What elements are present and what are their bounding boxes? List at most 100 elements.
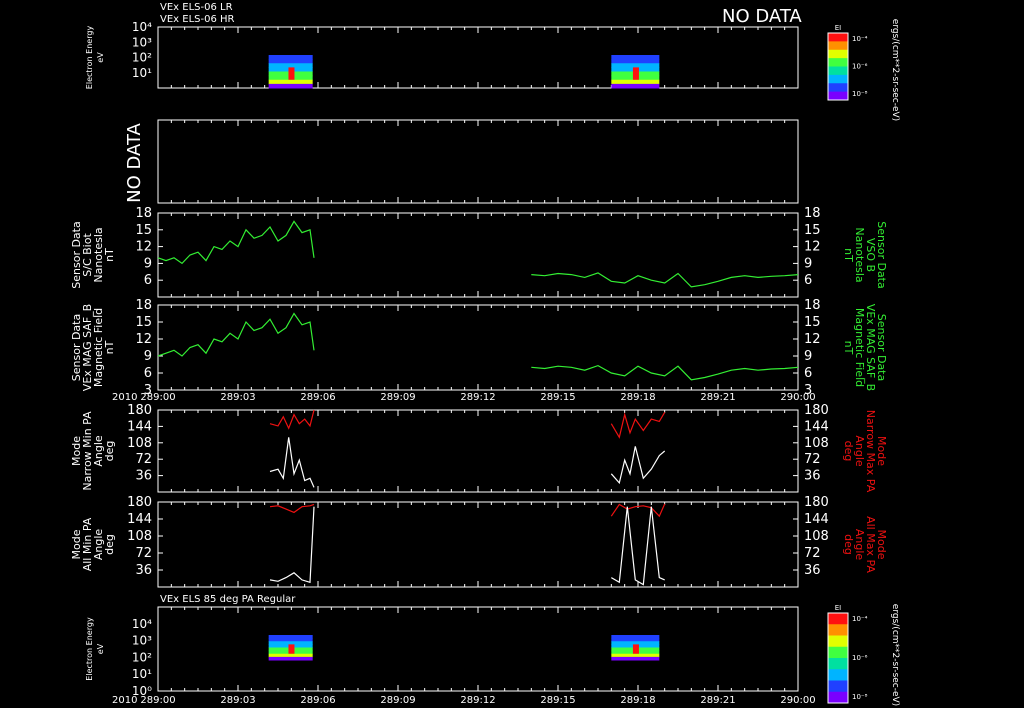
- y-tick-label-left: 36: [135, 563, 152, 578]
- time-axis-label: 289:03: [220, 695, 255, 706]
- y-tick-label-right: 36: [804, 469, 821, 484]
- y-tick-label-left: 9: [144, 256, 152, 271]
- y-tick-label-left: 72: [135, 452, 152, 467]
- time-axis-label: 289:15: [540, 392, 575, 403]
- series-line-4-2: [269, 437, 315, 488]
- spectrogram-cell: [268, 63, 313, 68]
- spectrogram-peak: [288, 644, 295, 654]
- time-axis-label: 289:06: [300, 695, 335, 706]
- spectrogram-cell: [268, 638, 313, 642]
- y-tick-label-right: 3: [804, 383, 812, 398]
- panel-frame-3: [157, 212, 799, 298]
- spectrogram-cell: [268, 79, 313, 85]
- y-tick-label-left: 144: [127, 512, 152, 527]
- y-tick-label-left: 15: [135, 315, 152, 330]
- colorbar-tick-label: 10⁻⁶: [852, 63, 868, 71]
- spectrogram-peak: [632, 67, 639, 80]
- y-tick-label-left: 6: [144, 273, 152, 288]
- colorbar-segment: [828, 669, 848, 681]
- y-axis-label-right: nT: [842, 248, 855, 262]
- series-line-5-1: [269, 503, 315, 514]
- energy-axis-unit: eV: [96, 643, 105, 654]
- y-tick-label-left: 72: [135, 546, 152, 561]
- panel-frame-7: [157, 606, 799, 692]
- energy-tick-label: 10¹: [132, 667, 152, 681]
- y-tick-label-left: 12: [135, 332, 152, 347]
- colorbar-tick-label: 10⁻⁴: [852, 35, 868, 43]
- y-tick-label-left: 108: [127, 529, 152, 544]
- y-tick-label-left: 144: [127, 419, 152, 434]
- time-axis-label: 289:15: [540, 695, 575, 706]
- y-tick-label-right: 144: [804, 419, 829, 434]
- spectrogram-peak: [632, 644, 639, 654]
- panel-frame-4: [157, 304, 799, 391]
- spectrogram-cell: [268, 59, 313, 64]
- spectrogram-cell: [268, 83, 313, 89]
- y-tick-label-right: 18: [804, 298, 821, 313]
- y-axis-label-right: deg: [842, 441, 855, 462]
- colorbar-segment: [828, 66, 848, 76]
- energy-tick-label: 10⁴: [132, 617, 152, 631]
- time-axis-label: 289:06: [300, 392, 335, 403]
- series-line-2-2: [531, 272, 799, 288]
- panel-frame-6: [157, 501, 799, 588]
- y-tick-label-right: 144: [804, 512, 829, 527]
- y-tick-label-left: 18: [135, 206, 152, 221]
- spectrogram-cell: [611, 635, 660, 639]
- colorbar-segment: [828, 49, 848, 59]
- y-tick-label-right: 36: [804, 563, 821, 578]
- energy-tick-label: 10²: [132, 51, 152, 65]
- energy-tick-label: 10⁴: [132, 20, 152, 34]
- y-tick-label-left: 6: [144, 366, 152, 381]
- energy-tick-label: 10²: [132, 650, 152, 664]
- energy-axis-unit: eV: [96, 52, 105, 63]
- spectrogram-cell: [268, 653, 313, 658]
- y-tick-label-left: 9: [144, 349, 152, 364]
- y-tick-label-left: 180: [127, 495, 152, 510]
- time-axis-label: 290:00: [780, 695, 815, 706]
- colorbar-segment: [828, 58, 848, 67]
- spectrogram-peak: [288, 67, 295, 80]
- y-axis-label-right: deg: [842, 534, 855, 555]
- y-tick-label-right: 15: [804, 223, 821, 238]
- y-tick-label-right: 18: [804, 206, 821, 221]
- series-line-2-1: [157, 220, 315, 265]
- colorbar-tick-label: 10⁻⁴: [852, 615, 868, 623]
- y-tick-label-right: 9: [804, 349, 812, 364]
- y-axis-label-left: deg: [103, 441, 116, 462]
- energy-axis-label: Electron Energy: [85, 26, 94, 90]
- y-tick-label-right: 15: [804, 315, 821, 330]
- series-line-4-4: [610, 446, 666, 485]
- colorbar-segment: [828, 83, 848, 93]
- colorbar-segment: [828, 635, 848, 648]
- colorbar-segment: [828, 658, 848, 670]
- series-line-4-1: [269, 409, 315, 430]
- panel-frame-5: [157, 409, 799, 493]
- colorbar-label: EI: [835, 24, 842, 32]
- colorbar-segment: [828, 91, 848, 101]
- panel-frame-1: [157, 26, 799, 89]
- y-tick-label-left: 36: [135, 469, 152, 484]
- spectrogram-cell: [611, 59, 660, 64]
- colorbar-tick-label: 10⁻⁸: [852, 90, 868, 98]
- time-axis-label: 289:18: [620, 392, 655, 403]
- y-tick-label-right: 9: [804, 256, 812, 271]
- series-line-5-4: [610, 506, 665, 586]
- spectrogram-cell: [611, 641, 660, 645]
- spectrogram-cell: [611, 63, 660, 68]
- energy-tick-label: 10⁰: [132, 684, 152, 698]
- time-axis-label: 289:18: [620, 695, 655, 706]
- series-line-3-2: [531, 364, 799, 381]
- colorbar-label: EI: [835, 604, 842, 612]
- panel-frame-2: [157, 119, 799, 204]
- y-tick-label-right: 6: [804, 366, 812, 381]
- colorbar-segment: [828, 74, 848, 84]
- time-axis-label: 289:21: [700, 695, 735, 706]
- y-axis-label-right: nT: [842, 341, 855, 355]
- series-line-3-1: [157, 312, 315, 357]
- y-tick-label-left: 18: [135, 298, 152, 313]
- y-tick-label-right: 72: [804, 546, 821, 561]
- colorbar-segment: [828, 691, 848, 704]
- colorbar-units: ergs/(cm**2-sr-sec-eV): [890, 604, 900, 706]
- colorbar-segment: [828, 646, 848, 659]
